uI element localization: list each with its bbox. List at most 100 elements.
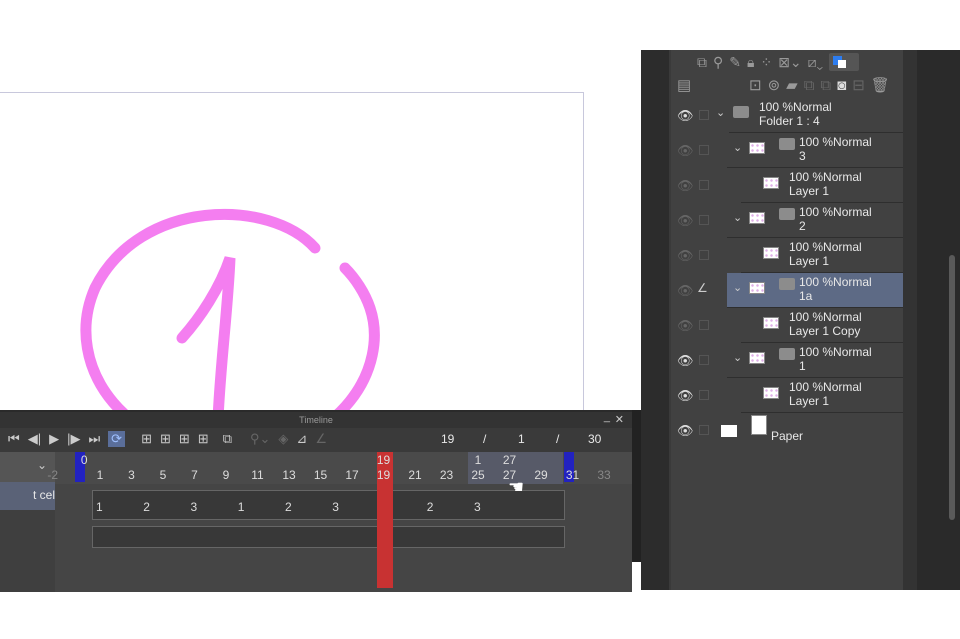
track-header[interactable]: t cel [0, 482, 55, 510]
cel-label[interactable]: 2 [285, 500, 292, 514]
new-raster-layer-icon[interactable]: ⊡ [749, 76, 762, 94]
cel-label[interactable]: 2 [427, 500, 434, 514]
assign-cel-icon[interactable]: ⊞ [179, 431, 190, 447]
layer-row[interactable]: 👁︎ ⌄ 100 %Normal Folder 1 : 4 [671, 98, 903, 133]
edit-icon[interactable]: ∠ [315, 431, 327, 447]
layer-opacity: 100 % [799, 275, 834, 289]
eye-icon[interactable]: 👁︎ [677, 283, 694, 299]
light-table-icon[interactable]: ◈ [278, 431, 288, 447]
layer-panel-menu-icon[interactable]: ▤ [677, 76, 691, 94]
mask-icon[interactable]: ⊠⌄ [778, 54, 801, 71]
layer-row-paper[interactable]: 👁︎ Paper [671, 413, 903, 448]
cel-label[interactable]: 1 [238, 500, 245, 514]
chevron-down-icon[interactable]: ⌄ [733, 141, 742, 154]
lock-checkbox[interactable] [699, 390, 709, 400]
layer-scrollbar-track[interactable] [903, 50, 917, 590]
cel-label[interactable]: 2 [143, 500, 150, 514]
layer-row[interactable]: 👁︎ 100 %Normal Layer 1 [671, 168, 903, 203]
keyframe-icon[interactable]: ⚲⌄ [250, 431, 270, 447]
layer-row[interactable]: 👁︎ 100 %Normal Layer 1 Copy [671, 308, 903, 343]
apply-mask-icon[interactable]: ⊟ [852, 76, 865, 94]
layer-scrollbar-thumb[interactable] [949, 255, 955, 520]
reference-icon[interactable]: ⚲ [713, 54, 723, 71]
ruler-top-label-sub_a: 1 [474, 453, 482, 467]
rename-cel-icon[interactable]: ⊞ [198, 431, 209, 447]
layer-blend-mode: Normal [823, 240, 862, 254]
ruler-tick-label: 27 [502, 468, 517, 482]
minimize-button[interactable]: _ [604, 409, 610, 425]
chevron-down-icon[interactable]: ⌄ [733, 211, 742, 224]
lock-checkbox[interactable] [699, 110, 709, 120]
play-icon[interactable]: ▶ [49, 431, 59, 447]
combine-icon[interactable]: ⧉ [820, 77, 831, 94]
eye-icon[interactable]: 👁︎ [677, 213, 694, 229]
layer-opacity: 100 % [789, 310, 824, 324]
layer-row[interactable]: 👁︎ ∠ ⌄ 100 %Normal 1a [671, 273, 903, 308]
ruler-tick-label: 33 [597, 468, 611, 482]
eye-icon[interactable]: 👁︎ [677, 423, 694, 439]
prev-frame-icon[interactable]: ◀| [28, 431, 41, 447]
cel-label[interactable]: 3 [474, 500, 481, 514]
eye-icon[interactable]: 👁︎ [677, 388, 694, 404]
frame-ruler[interactable]: -2 1 3 5 7 9 11 13 15 17 19 21 23 25 27 29 31 33 0 19 1 27 [0, 452, 632, 484]
last-frame-icon[interactable]: ⏭ [88, 431, 100, 447]
layer-blend-mode: Normal [833, 345, 872, 359]
lock-checkbox[interactable] [699, 215, 709, 225]
layer-row[interactable]: 👁︎ 100 %Normal Layer 1 [671, 378, 903, 413]
lock-icon[interactable]: 🔒︎ [747, 54, 754, 71]
delete-layer-icon[interactable]: 🗑︎ [871, 76, 890, 94]
lock-checkbox[interactable] [699, 355, 709, 365]
lock-checkbox[interactable] [699, 320, 709, 330]
create-mask-icon[interactable]: ◙ [837, 77, 846, 94]
cel-track[interactable] [92, 490, 565, 520]
new-cel-icon[interactable]: ⊞ [160, 431, 171, 447]
empty-track[interactable] [92, 526, 565, 548]
draft-icon[interactable]: ✎ [729, 54, 741, 71]
clip-icon[interactable]: ⧉ [697, 54, 707, 71]
eye-icon[interactable]: 👁︎ [677, 143, 694, 159]
eye-icon[interactable]: 👁︎ [677, 248, 694, 264]
layer-row[interactable]: 👁︎ ⌄ 100 %Normal 2 [671, 203, 903, 238]
lock-transparency-icon[interactable]: ⁘ [760, 54, 772, 71]
lock-checkbox[interactable] [699, 425, 709, 435]
timeline-title: Timeline [299, 415, 333, 425]
cel-light-table-icon[interactable]: ⊿ [296, 431, 307, 447]
new-folder-icon[interactable]: ▰ [786, 76, 798, 94]
chevron-down-icon[interactable]: ⌄ [733, 281, 742, 294]
cel-label[interactable]: 3 [191, 500, 198, 514]
folder-icon [779, 278, 795, 290]
eye-icon[interactable]: 👁︎ [677, 178, 694, 194]
layer-row[interactable]: 👁︎ ⌄ 100 %Normal 3 [671, 133, 903, 168]
layer-thumbnail [749, 282, 765, 294]
layer-label: 100 %Normal 2 [799, 205, 872, 233]
new-vector-layer-icon[interactable]: ⊚ [768, 76, 781, 94]
layer-row[interactable]: 👁︎ ⌄ 100 %Normal 1 [671, 343, 903, 378]
ruler-tick-label: 17 [345, 468, 359, 482]
panel-left-strip [641, 50, 669, 590]
layer-actions: ⊡ ⊚ ▰ ⧉ ⧉ ◙ ⊟ 🗑︎ [749, 76, 890, 95]
layer-row[interactable]: 👁︎ 100 %Normal Layer 1 [671, 238, 903, 273]
layer-color-button[interactable] [829, 53, 860, 71]
lock-checkbox[interactable] [699, 180, 709, 190]
lock-checkbox[interactable] [699, 250, 709, 260]
new-animation-folder-icon[interactable]: ⊞ [141, 431, 152, 447]
timeline-tracks[interactable]: 123123123 [0, 484, 632, 592]
lock-checkbox[interactable] [699, 145, 709, 155]
chevron-down-icon[interactable]: ⌄ [716, 106, 725, 119]
onion-skin-icon[interactable]: ⧉ [223, 431, 232, 447]
next-frame-icon[interactable]: |▶ [67, 431, 80, 447]
cel-label[interactable]: 3 [332, 500, 339, 514]
ruler-icon[interactable]: ⧄⌄ [808, 54, 824, 71]
eye-icon[interactable]: 👁︎ [677, 318, 694, 334]
eye-icon[interactable]: 👁︎ [677, 353, 694, 369]
canvas-page[interactable] [0, 92, 584, 459]
loop-icon[interactable]: ⟳ [108, 431, 126, 447]
transfer-down-icon[interactable]: ⧉ [804, 77, 815, 94]
chevron-down-icon[interactable]: ⌄ [733, 351, 742, 364]
cel-label[interactable]: 1 [96, 500, 103, 514]
close-button[interactable]: ✕ [615, 412, 624, 428]
ruler-tick-label: 19 [376, 468, 391, 482]
first-frame-icon[interactable]: ⏮ [8, 431, 20, 447]
layer-panel: ⧉ ⚲ ✎ 🔒︎ ⁘ ⊠⌄ ⧄⌄ ▤ ⊡ ⊚ ▰ ⧉ ⧉ ◙ ⊟ 🗑︎ 👁︎ ⌄ 100 %Normal Fol… [641, 50, 960, 590]
eye-icon[interactable]: 👁︎ [677, 108, 694, 124]
